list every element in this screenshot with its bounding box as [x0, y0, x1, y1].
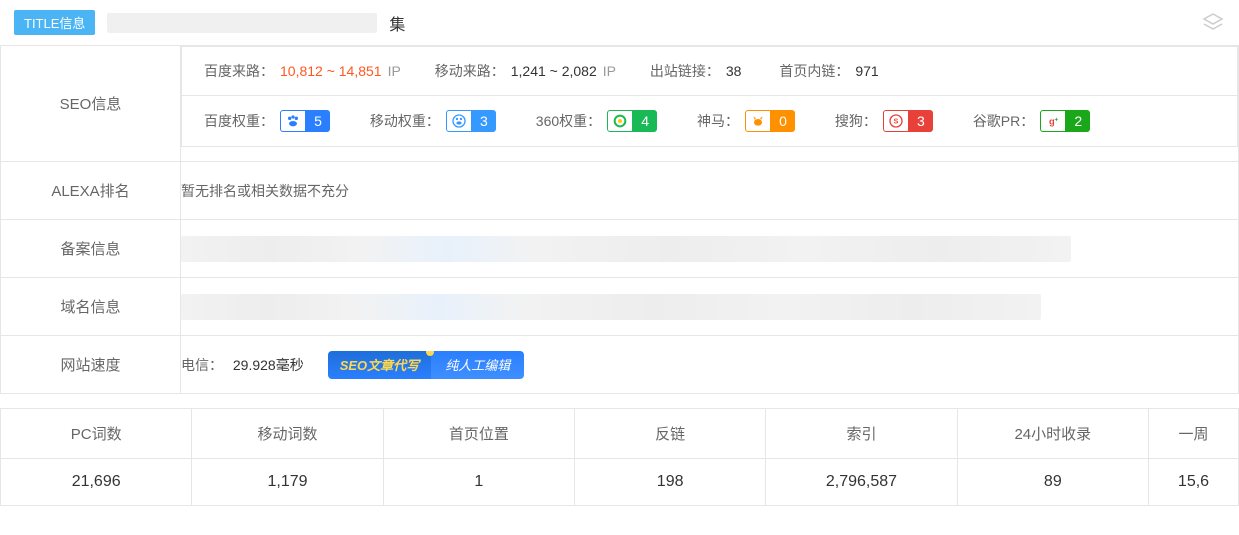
stats-header[interactable]: 首页位置 [383, 409, 574, 459]
google-icon: g+ [1040, 110, 1066, 132]
info-table: SEO信息 百度来路： 10,812 ~ 14,851 IP 移动来路： 1,2… [0, 45, 1239, 394]
sogou-weight[interactable]: 搜狗： S 3 [835, 110, 933, 132]
stats-value[interactable]: 15,6 [1149, 459, 1239, 506]
speed-value: 29.928毫秒 [233, 357, 304, 373]
360-icon [607, 110, 633, 132]
mobile-source: 移动来路： 1,241 ~ 2,082 IP [435, 61, 616, 81]
shenma-weight[interactable]: 神马： 0 [697, 110, 795, 132]
svg-text:S: S [893, 117, 898, 126]
svg-text:+: + [1055, 117, 1059, 124]
outlinks: 出站链接： 38 [650, 61, 746, 81]
speed-label: 网站速度 [1, 336, 181, 394]
beian-value [181, 220, 1239, 278]
title-badge: TITLE信息 [14, 10, 95, 35]
baidu-paw-icon [280, 110, 306, 132]
redacted-domain [181, 294, 1041, 320]
seo-row-weights: 百度权重： 5 移动权重： 3 360权重： [182, 96, 1237, 146]
alexa-label: ALEXA排名 [1, 162, 181, 220]
speed-row: 电信： 29.928毫秒 SEO文章代写 纯人工编辑 [181, 351, 1238, 379]
redacted-beian [181, 236, 1071, 262]
stats-header[interactable]: 索引 [766, 409, 957, 459]
seo-row-traffic: 百度来路： 10,812 ~ 14,851 IP 移动来路： 1,241 ~ 2… [182, 47, 1237, 96]
stats-value[interactable]: 198 [574, 459, 765, 506]
layers-icon[interactable] [1201, 11, 1225, 35]
shenma-icon [745, 110, 771, 132]
stats-header[interactable]: 移动词数 [192, 409, 383, 459]
stats-value[interactable]: 89 [957, 459, 1148, 506]
seo-label: SEO信息 [1, 46, 181, 162]
sogou-icon: S [883, 110, 909, 132]
redacted-title [107, 13, 377, 33]
stats-header[interactable]: PC词数 [1, 409, 192, 459]
stats-table: PC词数 移动词数 首页位置 反链 索引 24小时收录 一周 21,696 1,… [0, 408, 1239, 506]
promo-right-text: 纯人工编辑 [431, 351, 524, 379]
stats-value[interactable]: 1 [383, 459, 574, 506]
promo-left-text: SEO文章代写 [328, 351, 431, 379]
beian-label: 备案信息 [1, 220, 181, 278]
alexa-value: 暂无排名或相关数据不充分 [181, 162, 1239, 220]
stats-value[interactable]: 2,796,587 [766, 459, 957, 506]
stats-header[interactable]: 24小时收录 [957, 409, 1148, 459]
title-bar: TITLE信息 集 [0, 0, 1239, 45]
stats-value[interactable]: 21,696 [1, 459, 192, 506]
stats-header-row: PC词数 移动词数 首页位置 反链 索引 24小时收录 一周 [1, 409, 1239, 459]
promo-dot-icon [426, 351, 434, 356]
baidu-mobile-icon [446, 110, 472, 132]
home-links: 首页内链： 971 [779, 61, 882, 81]
360-weight[interactable]: 360权重： 4 [536, 110, 657, 132]
stats-value-row: 21,696 1,179 1 198 2,796,587 89 15,6 [1, 459, 1239, 506]
stats-header[interactable]: 一周 [1149, 409, 1239, 459]
domain-value [181, 278, 1239, 336]
stats-value[interactable]: 1,179 [192, 459, 383, 506]
title-suffix: 集 [389, 11, 405, 35]
baidu-source: 百度来路： 10,812 ~ 14,851 IP [204, 61, 401, 81]
speed-isp-label: 电信： [181, 357, 223, 373]
promo-banner[interactable]: SEO文章代写 纯人工编辑 [328, 351, 524, 379]
domain-label: 域名信息 [1, 278, 181, 336]
stats-header[interactable]: 反链 [574, 409, 765, 459]
baidu-weight[interactable]: 百度权重： 5 [204, 110, 330, 132]
mobile-weight[interactable]: 移动权重： 3 [370, 110, 496, 132]
google-pr[interactable]: 谷歌PR： g+ 2 [973, 110, 1090, 132]
